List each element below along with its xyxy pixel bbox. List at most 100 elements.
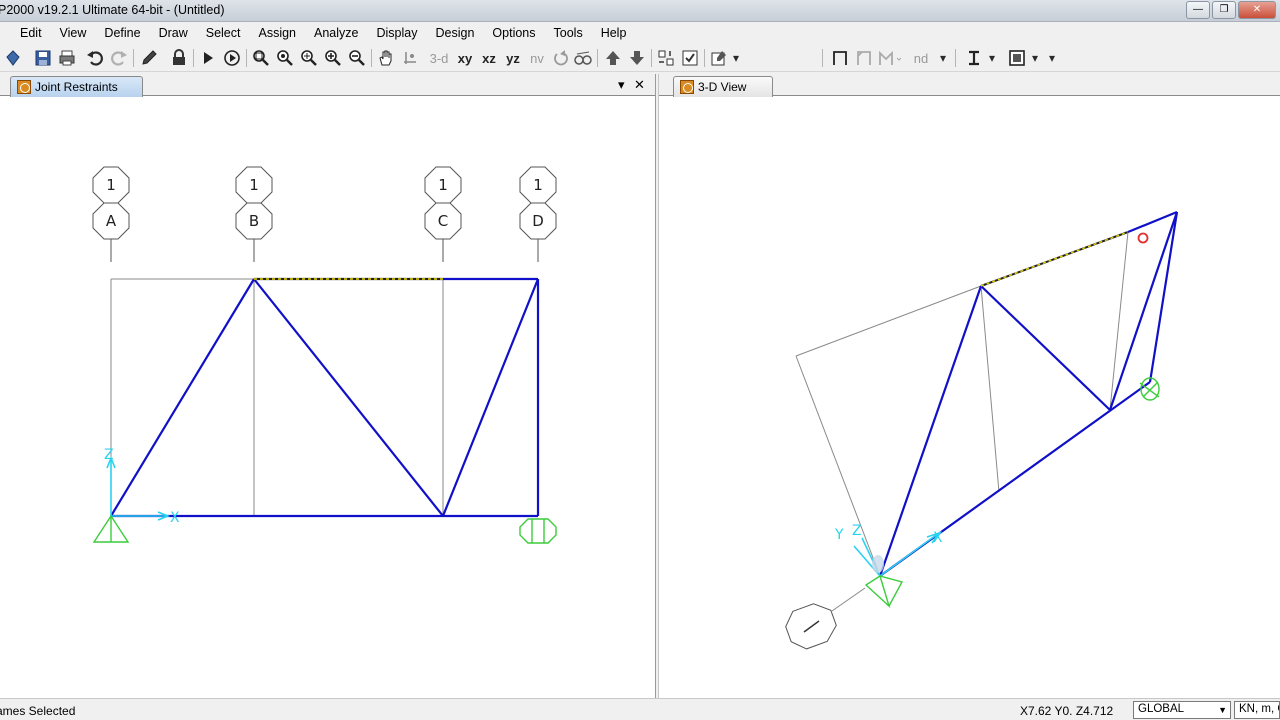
draw-pencil-icon[interactable] — [138, 47, 160, 69]
3d-frame-members[interactable] — [878, 210, 1179, 577]
truss-draw-icon[interactable] — [876, 47, 906, 69]
3d-global-axes — [853, 531, 942, 577]
global-axes — [106, 455, 171, 521]
frame-top-chord[interactable] — [1127, 210, 1178, 234]
pan-icon[interactable] — [375, 47, 397, 69]
grid-bubble-D[interactable]: 1 D — [519, 166, 557, 262]
pin-support-icon[interactable] — [92, 514, 130, 543]
3d-canvas[interactable]: X Y Z — [659, 96, 1280, 698]
menu-tools[interactable]: Tools — [545, 22, 592, 44]
display-options-dropdown-icon[interactable]: ▾ — [731, 47, 741, 69]
minimize-button[interactable]: — — [1186, 1, 1210, 19]
zoom-window-icon[interactable] — [250, 47, 272, 69]
move-up-icon[interactable] — [602, 47, 624, 69]
selection-status: ames Selected — [0, 704, 76, 718]
menu-view[interactable]: View — [51, 22, 96, 44]
view-window-icon — [17, 80, 31, 94]
save-icon[interactable] — [32, 47, 54, 69]
zoom-full-icon[interactable] — [298, 47, 320, 69]
menu-options[interactable]: Options — [483, 22, 544, 44]
view-window-icon — [680, 80, 694, 94]
area-icon[interactable] — [1006, 47, 1028, 69]
view-3d-button[interactable]: 3-d — [426, 47, 452, 69]
menu-define[interactable]: Define — [95, 22, 149, 44]
grid-snap-icon[interactable] — [655, 47, 677, 69]
grid-bubble-A[interactable]: 1 A — [92, 166, 130, 262]
tab-3d-view[interactable]: 3-D View — [673, 76, 773, 97]
axis-x-label: X — [933, 530, 943, 546]
redo-icon[interactable] — [108, 47, 130, 69]
lock-icon[interactable] — [168, 47, 190, 69]
toolbar-more-icon[interactable]: ▾ — [1046, 47, 1058, 69]
tab-label: Joint Restraints — [35, 80, 118, 94]
frame-diagonal[interactable] — [441, 278, 540, 517]
main-toolbar: 3-d xy xz yz nv ▾ nd ▾ ▾ ▾ ▾ — [0, 44, 1280, 72]
new-model-icon[interactable] — [2, 47, 24, 69]
close-window-button[interactable]: ✕ — [1238, 1, 1276, 19]
restore-zoom-icon[interactable] — [274, 47, 296, 69]
grid-bubble-label: 1 — [249, 176, 259, 194]
grid-bubble-B[interactable]: 1 B — [235, 166, 273, 262]
grid-bubble-C[interactable]: 1 C — [424, 166, 462, 262]
3d-view[interactable]: 3-D View X Y Z — [659, 74, 1280, 698]
grid-bubble-label: B — [249, 212, 259, 230]
perspective-icon[interactable] — [572, 47, 594, 69]
elevation-canvas[interactable]: 1 A 1 B 1 C 1 D Z X — [0, 96, 655, 698]
node-draw-button[interactable]: nd — [909, 47, 933, 69]
draw-dropdown-icon[interactable]: ▾ — [937, 47, 949, 69]
units-select[interactable]: KN, m, C — [1234, 701, 1280, 719]
3d-grid-lines — [795, 231, 1129, 577]
view-orientation-marker[interactable] — [782, 587, 866, 653]
view-xz-button[interactable]: xz — [478, 47, 500, 69]
pane-dropdown-icon[interactable]: ▾ — [618, 77, 625, 93]
tab-joint-restraints[interactable]: Joint Restraints — [10, 76, 143, 97]
menu-edit[interactable]: Edit — [0, 22, 51, 44]
frame-diagonal[interactable] — [980, 285, 1111, 411]
frame-diagonal[interactable] — [253, 278, 444, 517]
menu-display[interactable]: Display — [368, 22, 427, 44]
menu-analyze[interactable]: Analyze — [305, 22, 367, 44]
grid-lines — [110, 278, 444, 516]
menu-select[interactable]: Select — [197, 22, 250, 44]
menu-draw[interactable]: Draw — [150, 22, 197, 44]
grid-bubble-label: C — [438, 212, 448, 230]
frame-column[interactable] — [1148, 211, 1179, 383]
frame-members[interactable] — [110, 277, 540, 518]
restore-button[interactable]: ❐ — [1212, 1, 1236, 19]
menu-help[interactable]: Help — [592, 22, 636, 44]
view-xy-button[interactable]: xy — [454, 47, 476, 69]
section-dropdown-icon[interactable]: ▾ — [986, 47, 998, 69]
section-icon[interactable] — [963, 47, 985, 69]
axis-z-label: Z — [104, 447, 114, 463]
title-bar: P2000 v19.2.1 Ultimate 64-bit - (Untitle… — [0, 0, 1280, 22]
roller-support-icon[interactable] — [519, 518, 557, 544]
grid-tools-icon[interactable] — [399, 47, 421, 69]
units-value: KN, m, C — [1239, 703, 1279, 715]
axis-z-label: Z — [852, 523, 862, 539]
run-now-icon[interactable] — [221, 47, 243, 69]
joint-marker-icon[interactable] — [1137, 232, 1149, 244]
frame-diagonal[interactable] — [110, 278, 255, 517]
display-options-icon[interactable] — [708, 47, 730, 69]
portal-frame-icon[interactable] — [829, 47, 851, 69]
menu-assign[interactable]: Assign — [249, 22, 305, 44]
axis-y-label: Y — [834, 527, 844, 543]
zoom-in-icon[interactable] — [322, 47, 344, 69]
coord-system-select[interactable]: GLOBAL ▼ — [1133, 701, 1231, 719]
zoom-out-icon[interactable] — [346, 47, 368, 69]
check-icon[interactable] — [679, 47, 701, 69]
frame-draw-icon[interactable] — [853, 47, 875, 69]
menu-design[interactable]: Design — [427, 22, 484, 44]
move-down-icon[interactable] — [626, 47, 648, 69]
view-yz-button[interactable]: yz — [502, 47, 524, 69]
pane-close-icon[interactable]: ✕ — [634, 77, 645, 93]
print-icon[interactable] — [56, 47, 78, 69]
pin-support-icon[interactable] — [864, 574, 904, 609]
frame-diagonal[interactable] — [878, 285, 983, 577]
run-analysis-icon[interactable] — [198, 47, 218, 69]
rotate-icon[interactable] — [550, 47, 572, 69]
joint-restraints-view[interactable]: Joint Restraints ▾ ✕ 1 A 1 B 1 C 1 D Z X — [0, 74, 655, 698]
undo-icon[interactable] — [84, 47, 106, 69]
area-dropdown-icon[interactable]: ▾ — [1029, 47, 1041, 69]
view-nv-button[interactable]: nv — [526, 47, 548, 69]
